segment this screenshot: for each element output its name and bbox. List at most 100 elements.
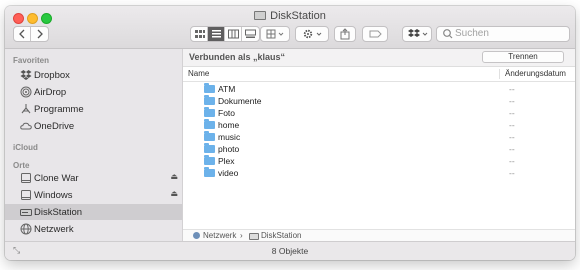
applications-icon bbox=[21, 104, 31, 114]
file-date: -- bbox=[509, 144, 515, 154]
file-name: music bbox=[218, 132, 241, 142]
columns-icon bbox=[228, 29, 239, 39]
back-button[interactable] bbox=[14, 27, 31, 41]
file-date: -- bbox=[509, 168, 515, 178]
drive-icon bbox=[21, 173, 31, 183]
nas-drive-icon bbox=[249, 233, 259, 240]
drive-icon bbox=[21, 190, 31, 200]
path-segment-diskstation[interactable]: DiskStation bbox=[261, 231, 301, 240]
share-icon bbox=[340, 28, 350, 40]
search-icon bbox=[443, 29, 453, 39]
sidebar-item-label: Programme bbox=[34, 104, 84, 115]
sidebar-item-label: AirDrop bbox=[34, 87, 67, 98]
sidebar-item-diskstation[interactable]: DiskStation bbox=[5, 204, 182, 220]
sidebar-item-clone-war[interactable]: Clone War ⏏ bbox=[5, 170, 182, 186]
file-date: -- bbox=[509, 156, 515, 166]
connection-bar: Verbunden als „klaus“ Trennen bbox=[183, 49, 575, 67]
date-column-header[interactable]: Änderungsdatum bbox=[505, 69, 566, 78]
file-date: -- bbox=[509, 96, 515, 106]
file-row[interactable]: music -- bbox=[183, 131, 575, 144]
sidebar-section-icloud: iCloud bbox=[13, 143, 38, 152]
column-view-button[interactable] bbox=[225, 27, 242, 41]
eject-icon[interactable]: ⏏ bbox=[170, 172, 178, 181]
share-button[interactable] bbox=[334, 26, 356, 42]
sidebar-item-label: OneDrive bbox=[34, 121, 75, 132]
gallery-icon bbox=[245, 29, 256, 38]
file-date: -- bbox=[509, 84, 515, 94]
sidebar-item-label: Dropbox bbox=[34, 70, 70, 81]
airdrop-icon bbox=[20, 86, 32, 98]
sidebar-item-windows[interactable]: Windows ⏏ bbox=[5, 187, 182, 203]
folder-icon bbox=[204, 95, 215, 105]
folder-icon bbox=[204, 119, 215, 129]
gear-icon bbox=[303, 29, 322, 39]
eject-icon[interactable]: ⏏ bbox=[170, 189, 178, 198]
file-name: Plex bbox=[218, 156, 235, 166]
file-row[interactable]: Foto -- bbox=[183, 107, 575, 120]
list-view-button[interactable] bbox=[208, 27, 225, 41]
back-forward-control bbox=[13, 26, 49, 42]
file-row[interactable]: home -- bbox=[183, 119, 575, 132]
sidebar-item-label: DiskStation bbox=[34, 207, 83, 218]
finder-window: DiskStation Suchen Favoriten Dropbox Air… bbox=[5, 6, 575, 260]
file-row[interactable]: Dokumente -- bbox=[183, 95, 575, 108]
gallery-view-button[interactable] bbox=[242, 27, 259, 41]
file-name: ATM bbox=[218, 84, 236, 94]
file-name: video bbox=[218, 168, 239, 178]
column-divider[interactable] bbox=[499, 69, 500, 79]
sidebar-item-programme[interactable]: Programme bbox=[5, 101, 182, 117]
network-globe-icon bbox=[20, 223, 32, 235]
disconnect-button[interactable]: Trennen bbox=[482, 51, 564, 63]
tag-icon bbox=[369, 30, 382, 38]
nas-drive-icon bbox=[20, 209, 32, 216]
window-title-text: DiskStation bbox=[270, 10, 326, 22]
view-mode-control bbox=[190, 26, 260, 42]
file-name: Dokumente bbox=[218, 96, 262, 106]
file-row[interactable]: Plex -- bbox=[183, 155, 575, 168]
window-title: DiskStation bbox=[5, 10, 575, 22]
file-name: photo bbox=[218, 144, 240, 154]
file-row[interactable]: ATM -- bbox=[183, 83, 575, 96]
name-column-header[interactable]: Name bbox=[188, 69, 209, 78]
icon-view-button[interactable] bbox=[191, 27, 208, 41]
connection-status: Verbunden als „klaus“ bbox=[189, 52, 286, 62]
chevron-right-icon: › bbox=[240, 231, 243, 240]
sidebar-item-netzwerk[interactable]: Netzwerk bbox=[5, 221, 182, 237]
cloud-icon bbox=[20, 122, 32, 130]
sidebar-item-airdrop[interactable]: AirDrop bbox=[5, 84, 182, 100]
sidebar-section-orte: Orte bbox=[13, 161, 30, 170]
dropbox-menu-button[interactable] bbox=[402, 26, 432, 42]
sidebar-item-dropbox[interactable]: Dropbox bbox=[5, 67, 182, 83]
path-segment-network[interactable]: Netzwerk bbox=[203, 231, 236, 240]
sidebar-item-onedrive[interactable]: OneDrive bbox=[5, 118, 182, 134]
folder-icon bbox=[204, 155, 215, 165]
network-globe-icon bbox=[193, 232, 200, 239]
file-name: Foto bbox=[218, 108, 236, 118]
sidebar-section-favorites: Favoriten bbox=[13, 56, 50, 65]
search-field[interactable]: Suchen bbox=[436, 26, 570, 42]
grid-icon bbox=[195, 30, 205, 38]
chevron-right-icon bbox=[37, 29, 43, 39]
dropbox-icon bbox=[20, 70, 32, 80]
tags-button[interactable] bbox=[362, 26, 388, 42]
file-date: -- bbox=[509, 132, 515, 142]
sidebar: Favoriten Dropbox AirDrop Programme OneD… bbox=[5, 49, 183, 241]
sidebar-item-label: Clone War bbox=[34, 173, 79, 184]
nas-drive-icon bbox=[254, 11, 267, 20]
file-row[interactable]: video -- bbox=[183, 167, 575, 180]
group-button[interactable] bbox=[260, 26, 290, 42]
forward-button[interactable] bbox=[31, 27, 48, 41]
file-row[interactable]: photo -- bbox=[183, 143, 575, 156]
folder-icon bbox=[204, 167, 215, 177]
dropbox-icon bbox=[408, 29, 428, 37]
chevron-left-icon bbox=[19, 29, 25, 39]
sidebar-item-label: Netzwerk bbox=[34, 224, 74, 235]
action-button[interactable] bbox=[295, 26, 329, 42]
group-grid-icon bbox=[266, 29, 284, 39]
folder-icon bbox=[204, 131, 215, 141]
status-bar: ⤡ 8 Objekte bbox=[5, 241, 575, 260]
folder-icon bbox=[204, 107, 215, 117]
file-date: -- bbox=[509, 120, 515, 130]
column-header: Name Änderungsdatum bbox=[183, 67, 575, 82]
list-icon bbox=[212, 30, 221, 38]
